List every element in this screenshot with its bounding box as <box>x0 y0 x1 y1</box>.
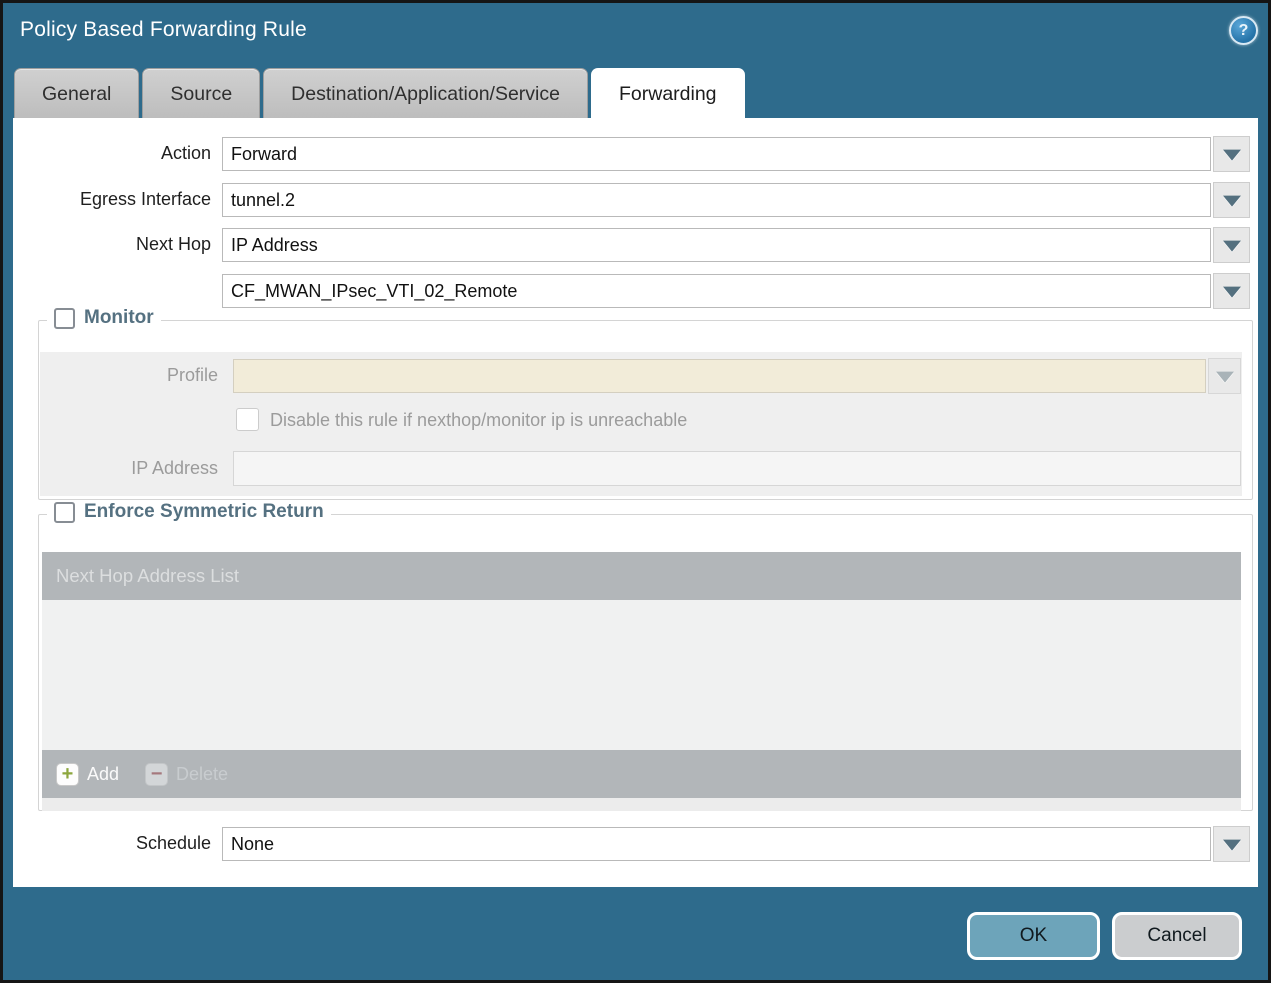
monitor-group: Monitor Profile Disable this rule if nex… <box>38 320 1253 500</box>
monitor-checkbox[interactable] <box>54 308 75 329</box>
monitor-profile-label: Profile <box>40 365 218 386</box>
add-button-label: Add <box>87 764 119 785</box>
help-icon[interactable]: ? <box>1229 16 1258 45</box>
forwarding-tab-panel: Action Egress Interface Next Hop Monitor <box>13 118 1258 887</box>
policy-based-forwarding-dialog: Policy Based Forwarding Rule ? General S… <box>0 0 1271 983</box>
cancel-button[interactable]: Cancel <box>1112 912 1242 960</box>
enforce-symmetric-return-legend: Enforce Symmetric Return <box>47 501 331 523</box>
disable-rule-label: Disable this rule if nexthop/monitor ip … <box>270 410 687 431</box>
action-dropdown-button[interactable] <box>1213 136 1250 172</box>
monitor-profile-input <box>233 359 1206 393</box>
table-bottom-strip <box>42 798 1241 811</box>
plus-icon: + <box>56 763 79 786</box>
next-hop-address-input[interactable] <box>222 274 1211 308</box>
chevron-down-icon <box>1223 287 1241 298</box>
action-label: Action <box>13 143 211 164</box>
monitor-ip-address-label: IP Address <box>40 458 218 479</box>
monitor-legend-label: Monitor <box>84 307 154 329</box>
action-input[interactable] <box>222 137 1211 171</box>
chevron-down-icon <box>1216 372 1234 383</box>
chevron-down-icon <box>1223 241 1241 252</box>
next-hop-address-list-body[interactable] <box>42 600 1241 750</box>
next-hop-label: Next Hop <box>13 234 211 255</box>
next-hop-address-table: Next Hop Address List + Add − Delete <box>42 552 1241 811</box>
chevron-down-icon <box>1223 840 1241 851</box>
tab-source[interactable]: Source <box>142 68 260 118</box>
egress-interface-dropdown-button[interactable] <box>1213 182 1250 218</box>
monitor-disabled-area: Profile Disable this rule if nexthop/mon… <box>40 352 1242 496</box>
minus-icon: − <box>145 763 168 786</box>
disable-rule-checkbox <box>236 408 259 431</box>
tab-forwarding[interactable]: Forwarding <box>591 68 745 118</box>
tab-bar: General Source Destination/Application/S… <box>14 68 745 118</box>
ok-button[interactable]: OK <box>967 912 1100 960</box>
next-hop-type-input[interactable] <box>222 228 1211 262</box>
delete-button: − Delete <box>145 763 228 786</box>
next-hop-address-list-footer: + Add − Delete <box>42 750 1241 798</box>
next-hop-type-dropdown-button[interactable] <box>1213 227 1250 263</box>
schedule-label: Schedule <box>13 833 211 854</box>
egress-interface-label: Egress Interface <box>13 189 211 210</box>
tab-general[interactable]: General <box>14 68 139 118</box>
schedule-input[interactable] <box>222 827 1211 861</box>
delete-button-label: Delete <box>176 764 228 785</box>
enforce-symmetric-return-checkbox[interactable] <box>54 502 75 523</box>
egress-interface-input[interactable] <box>222 183 1211 217</box>
chevron-down-icon <box>1223 196 1241 207</box>
next-hop-address-list-header: Next Hop Address List <box>42 552 1241 600</box>
add-button[interactable]: + Add <box>56 763 119 786</box>
dialog-title: Policy Based Forwarding Rule <box>20 18 307 42</box>
enforce-symmetric-return-legend-label: Enforce Symmetric Return <box>84 501 324 523</box>
schedule-dropdown-button[interactable] <box>1213 826 1250 862</box>
monitor-legend: Monitor <box>47 307 161 329</box>
chevron-down-icon <box>1223 150 1241 161</box>
monitor-profile-dropdown-button <box>1208 358 1241 394</box>
enforce-symmetric-return-group: Enforce Symmetric Return Next Hop Addres… <box>38 514 1253 811</box>
tab-destination-application-service[interactable]: Destination/Application/Service <box>263 68 588 118</box>
monitor-ip-address-input <box>233 451 1241 486</box>
next-hop-address-dropdown-button[interactable] <box>1213 273 1250 309</box>
